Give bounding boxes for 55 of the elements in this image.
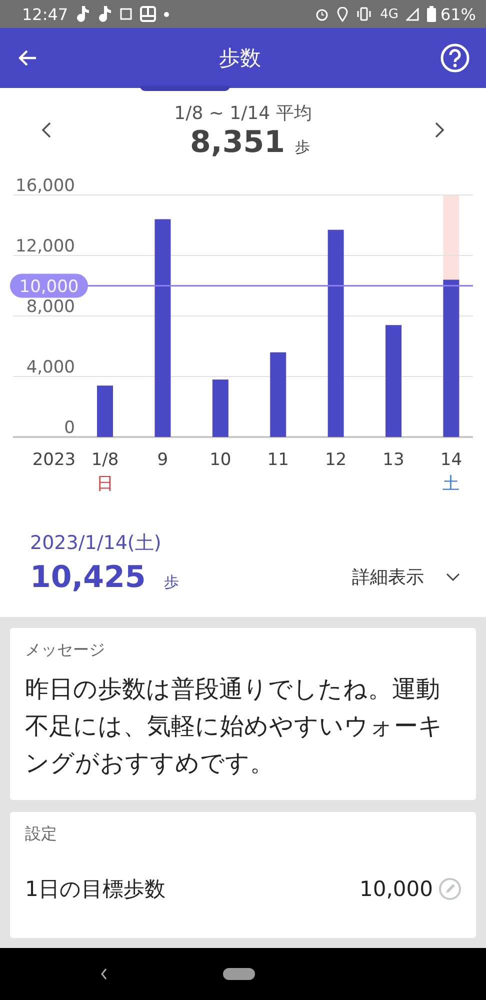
message-text: 昨日の歩数は普段通りでしたね。運動不足には、気軽に始めやすいウォーキングがおすすめです。 — [25, 674, 444, 779]
back-button[interactable] — [100, 968, 108, 980]
x-axis-label: 9 — [157, 450, 168, 470]
y-axis-label: 4,000 — [26, 358, 75, 378]
x-axis-label: 14 — [440, 450, 462, 470]
chevron-right-icon — [434, 121, 446, 139]
app-icon — [120, 8, 132, 20]
music-note-icon — [76, 6, 90, 22]
music-note-icon — [98, 6, 112, 22]
home-button[interactable] — [223, 968, 255, 980]
weekday-label: 土 — [442, 474, 460, 494]
card-title: 設定 — [25, 824, 58, 845]
x-axis-label: 10 — [210, 450, 232, 470]
location-pin-icon — [337, 6, 348, 22]
chevron-icon — [446, 572, 460, 582]
day-steps: 10,425 — [30, 560, 146, 595]
help-button[interactable] — [440, 43, 470, 73]
goal-marker: 10,000 — [10, 274, 88, 298]
step-bar[interactable] — [328, 230, 344, 437]
y-axis-label: 16,000 — [16, 176, 75, 196]
step-bar[interactable] — [270, 352, 286, 437]
steps-unit: 歩 — [164, 573, 179, 591]
week-range: 1/8 ~ 1/14 平均 — [174, 102, 312, 124]
x-axis-label: 12 — [324, 450, 347, 470]
step-bar[interactable] — [443, 280, 460, 437]
x-axis-label: 11 — [267, 450, 289, 470]
y-axis-label: 12,000 — [16, 236, 75, 256]
alarm-icon — [315, 7, 330, 21]
signal-icon — [406, 8, 420, 20]
battery-percent: 61% — [440, 4, 476, 24]
screen-title: 歩数 — [219, 45, 261, 72]
network-label: 4G — [380, 6, 398, 22]
step-bar[interactable] — [154, 219, 171, 437]
setting-label: 1日の目標歩数 — [25, 876, 166, 903]
vibrate-icon — [356, 7, 372, 21]
y-axis-label: 0 — [64, 418, 75, 438]
y-axis-label: 8,000 — [26, 297, 75, 317]
selected-date: 2023/1/14(土) — [30, 531, 162, 556]
setting-value: 10,000 — [360, 877, 433, 901]
average-steps: 8,351 — [190, 124, 285, 160]
status-time: 12:47 — [22, 4, 68, 24]
pull-tab[interactable] — [140, 86, 230, 91]
chevron-left-icon — [40, 121, 52, 139]
year-label: 2023 — [32, 450, 76, 470]
steps-unit: 歩 — [294, 138, 310, 156]
card-title: メッセージ — [25, 640, 106, 661]
weekday-label: 日 — [96, 474, 114, 494]
dot-icon — [164, 12, 170, 16]
ref-line-label: 10,000 — [19, 276, 79, 297]
step-bar[interactable] — [212, 380, 228, 437]
x-axis-label: 1/8 — [91, 450, 119, 470]
battery-icon — [427, 6, 436, 22]
x-axis-label: 13 — [382, 450, 404, 470]
book-icon — [140, 6, 156, 22]
details-toggle[interactable]: 詳細表示 — [352, 565, 460, 595]
